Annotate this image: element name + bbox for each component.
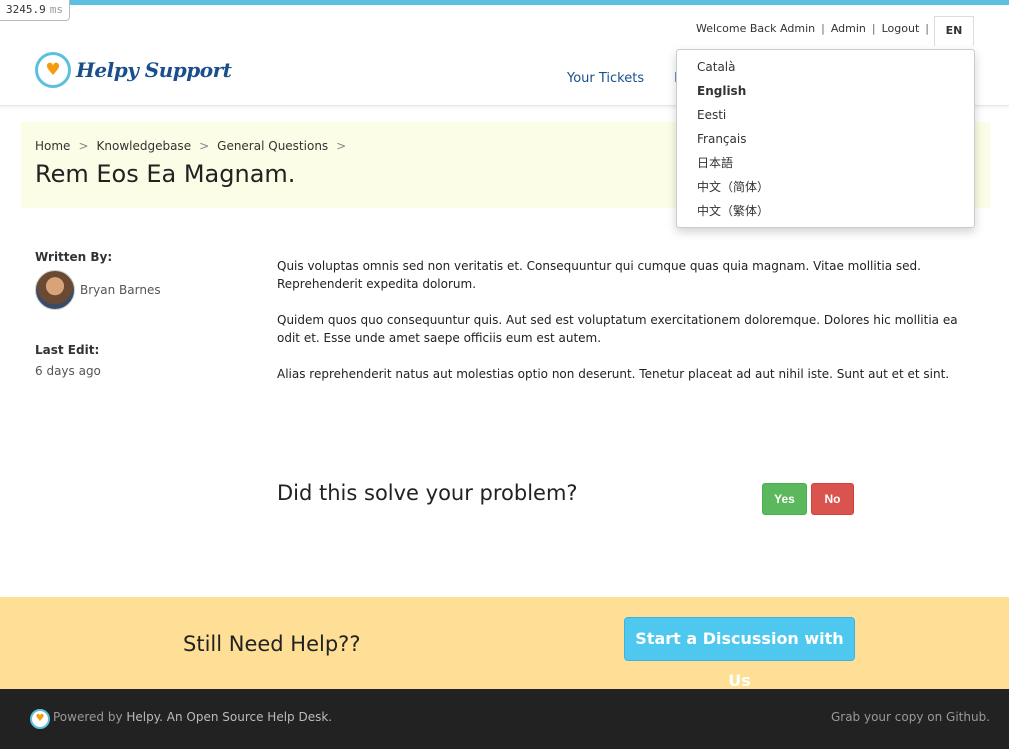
render-timing-badge: 3245.9 ms bbox=[0, 0, 70, 21]
language-dropdown-menu: Català English Eesti Français 日本語 中文（简体）… bbox=[676, 49, 975, 228]
heart-icon: ♥ bbox=[30, 709, 50, 729]
language-option[interactable]: 日本語 bbox=[677, 151, 974, 175]
logout-link[interactable]: Logout bbox=[882, 22, 920, 35]
still-need-help-band: Still Need Help?? Start a Discussion wit… bbox=[0, 597, 1009, 690]
breadcrumb-separator: > bbox=[336, 139, 347, 153]
start-discussion-button[interactable]: Start a Discussion with Us bbox=[624, 617, 855, 690]
helpy-link[interactable]: Helpy. An Open Source Help Desk. bbox=[126, 710, 332, 724]
logo-text: Helpy Support bbox=[76, 58, 232, 82]
timing-unit: ms bbox=[49, 3, 63, 16]
heart-icon: ♥ bbox=[35, 52, 71, 88]
powered-by: Powered by Helpy. An Open Source Help De… bbox=[53, 710, 332, 724]
feedback-question: Did this solve your problem? bbox=[277, 481, 578, 505]
user-bar: Welcome Back Admin | Admin | Logout | bbox=[696, 22, 929, 35]
language-option[interactable]: 中文（繁体） bbox=[677, 199, 974, 223]
avatar bbox=[35, 270, 75, 310]
article-paragraph: Alias reprehenderit natus aut molestias … bbox=[277, 367, 950, 381]
language-option[interactable]: Català bbox=[677, 55, 974, 79]
separator: | bbox=[821, 22, 825, 35]
article-paragraph: Quidem quos quo consequuntur quis. Aut s… bbox=[277, 313, 958, 345]
language-option-selected[interactable]: English bbox=[677, 79, 974, 103]
breadcrumb-general-questions[interactable]: General Questions bbox=[217, 139, 328, 153]
github-link[interactable]: Grab your copy on Github. bbox=[831, 710, 990, 724]
language-option[interactable]: Français bbox=[677, 127, 974, 151]
last-edit-label: Last Edit: bbox=[35, 343, 100, 357]
help-title: Still Need Help?? bbox=[183, 632, 361, 656]
breadcrumb-knowledgebase[interactable]: Knowledgebase bbox=[97, 139, 192, 153]
powered-prefix: Powered by bbox=[53, 710, 123, 724]
site-footer: ♥ Powered by Helpy. An Open Source Help … bbox=[0, 689, 1009, 749]
separator: | bbox=[871, 22, 876, 35]
article-meta: Written By: Bryan Barnes Last Edit: 6 da… bbox=[35, 250, 235, 378]
breadcrumb-home[interactable]: Home bbox=[35, 139, 70, 153]
language-option[interactable]: Eesti bbox=[677, 103, 974, 127]
yes-button[interactable]: Yes bbox=[762, 483, 807, 515]
logo[interactable]: ♥ Helpy Support bbox=[35, 52, 232, 88]
nav-your-tickets[interactable]: Your Tickets bbox=[567, 71, 644, 86]
admin-link[interactable]: Admin bbox=[831, 22, 866, 35]
author: Bryan Barnes bbox=[35, 270, 235, 310]
timing-value: 3245.9 bbox=[6, 3, 46, 16]
breadcrumb-separator: > bbox=[78, 139, 89, 153]
welcome-text: Welcome Back Admin bbox=[696, 22, 816, 35]
breadcrumb: Home > Knowledgebase > General Questions… bbox=[35, 139, 346, 153]
article-paragraph: Quis voluptas omnis sed non veritatis et… bbox=[277, 259, 921, 291]
no-button[interactable]: No bbox=[811, 483, 854, 515]
page-title: Rem Eos Ea Magnam. bbox=[35, 160, 296, 188]
language-option[interactable]: 中文（简体） bbox=[677, 175, 974, 199]
article-body: Quis voluptas omnis sed non veritatis et… bbox=[277, 257, 977, 401]
main-nav: Your Tickets K bbox=[567, 71, 683, 86]
breadcrumb-separator: > bbox=[199, 139, 210, 153]
separator: | bbox=[925, 22, 929, 35]
author-name: Bryan Barnes bbox=[80, 283, 161, 297]
language-toggle[interactable]: EN bbox=[934, 16, 974, 46]
last-edit-value: 6 days ago bbox=[35, 364, 101, 378]
written-by-label: Written By: bbox=[35, 250, 113, 264]
